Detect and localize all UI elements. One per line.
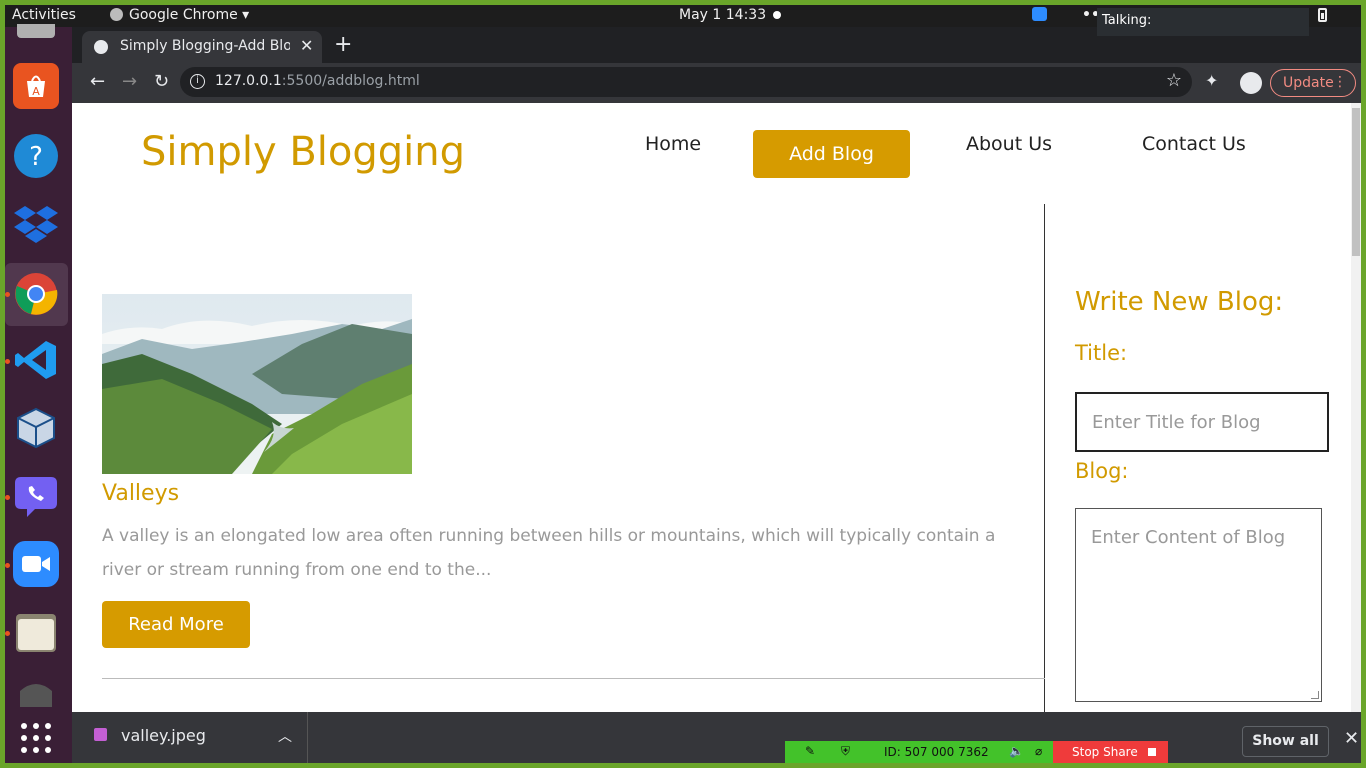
svg-text:?: ? (29, 142, 43, 172)
nav-home[interactable]: Home (645, 133, 701, 155)
read-more-button[interactable]: Read More (102, 601, 250, 648)
chrome-icon[interactable] (13, 271, 59, 317)
app-grid-icon[interactable] (13, 715, 59, 761)
recording-dot-icon (773, 11, 781, 19)
content-divider (1044, 204, 1045, 712)
pin-icon[interactable]: ✎ (805, 744, 815, 758)
desktop-screen: Activities Google Chrome ▾ May 1 14:33 •… (5, 5, 1361, 763)
dock: A ? (5, 24, 72, 763)
download-item[interactable]: valley.jpeg ︿ (72, 712, 308, 763)
software-store-icon[interactable]: A (13, 63, 59, 109)
running-indicator (5, 631, 10, 636)
blog-content-placeholder: Enter Content of Blog (1091, 527, 1286, 548)
profile-avatar-icon[interactable] (1240, 72, 1262, 94)
disk-icon[interactable] (13, 677, 59, 707)
download-filename: valley.jpeg (121, 726, 206, 745)
app-menu[interactable]: Google Chrome ▾ (110, 6, 249, 24)
new-tab-icon[interactable]: + (334, 32, 352, 57)
reload-icon[interactable]: ↻ (154, 71, 169, 92)
kebab-menu-icon[interactable]: ⋮ (1333, 74, 1347, 90)
url-host: 127.0.0.1 (215, 73, 282, 89)
running-indicator (5, 563, 10, 568)
browser-toolbar: ← → ↻ i 127.0.0.1:5500/addblog.html ☆ ✦ … (72, 63, 1361, 103)
bookmark-star-icon[interactable]: ☆ (1166, 70, 1182, 91)
stop-share-button[interactable]: Stop Share (1053, 741, 1168, 763)
stop-square-icon (1147, 748, 1156, 756)
app-menu-label: Google Chrome ▾ (129, 7, 250, 23)
meeting-id: ID: 507 000 7362 (884, 745, 989, 759)
blog-label: Blog: (1075, 459, 1129, 483)
post-excerpt: A valley is an elongated low area often … (102, 526, 996, 580)
show-all-button[interactable]: Show all (1242, 726, 1329, 757)
zoom-share-bar: ✎ ⛨ ID: 507 000 7362 🔈 ⌀ Stop Share (785, 741, 1168, 763)
nav-contact[interactable]: Contact Us (1142, 133, 1246, 155)
title-label: Title: (1075, 341, 1128, 365)
shield-icon: ⛨ (841, 744, 851, 758)
trash-peek-icon[interactable] (17, 24, 55, 38)
help-icon[interactable]: ? (13, 133, 59, 179)
chrome-small-icon (110, 8, 123, 21)
close-icon[interactable]: ✕ (1344, 728, 1359, 749)
scrollbar-thumb[interactable] (1352, 108, 1360, 256)
nav-add-blog[interactable]: Add Blog (753, 130, 910, 178)
post-title[interactable]: Valleys (102, 481, 179, 506)
info-icon[interactable]: i (190, 74, 205, 89)
mic-muted-icon[interactable]: ⌀ (1035, 744, 1042, 758)
chevron-up-icon[interactable]: ︿ (278, 726, 292, 746)
speaker-icon[interactable]: 🔈 (1009, 744, 1024, 758)
blog-content-textarea[interactable]: Enter Content of Blog (1075, 508, 1322, 702)
post-image (102, 294, 412, 474)
activities-button[interactable]: Activities (12, 6, 76, 24)
running-indicator (5, 292, 10, 297)
site-title[interactable]: Simply Blogging (141, 129, 465, 175)
blog-title-input[interactable]: Enter Title for Blog (1075, 392, 1329, 452)
tab-title: Simply Blogging-Add Blog (120, 38, 290, 54)
clock[interactable]: May 1 14:33 (679, 6, 766, 24)
nav-about[interactable]: About Us (966, 133, 1052, 155)
close-tab-icon[interactable]: ✕ (300, 36, 313, 55)
page-scrollbar[interactable] (1351, 103, 1361, 712)
chrome-window: Simply Blogging-Add Blog ✕ + ← → ↻ i 127… (72, 27, 1361, 763)
dropbox-icon[interactable] (13, 201, 59, 247)
image-file-icon (94, 728, 107, 741)
resize-grip-icon[interactable] (1311, 691, 1319, 699)
battery-icon[interactable] (1318, 8, 1327, 22)
post-divider (102, 678, 1045, 679)
talking-indicator: Talking: (1097, 8, 1309, 36)
url-path: :5500/addblog.html (281, 73, 420, 89)
tab-add-blog[interactable]: Simply Blogging-Add Blog ✕ (82, 31, 322, 63)
files-icon[interactable] (13, 609, 59, 655)
top-bar: Activities Google Chrome ▾ May 1 14:33 •… (5, 5, 1361, 36)
zoom-tray-icon[interactable] (1032, 7, 1047, 21)
stop-share-label: Stop Share (1072, 745, 1138, 759)
globe-icon (94, 40, 108, 54)
write-blog-heading: Write New Blog: (1075, 287, 1284, 317)
running-indicator (5, 359, 10, 364)
zoom-icon[interactable] (13, 541, 59, 587)
back-arrow-icon[interactable]: ← (90, 71, 105, 92)
forward-arrow-icon[interactable]: → (122, 71, 137, 92)
update-label: Update (1283, 75, 1334, 91)
vscode-icon[interactable] (13, 337, 59, 383)
virtualbox-icon[interactable] (13, 405, 59, 451)
viber-icon[interactable] (13, 473, 59, 519)
running-indicator (5, 495, 10, 500)
svg-text:A: A (32, 85, 40, 98)
address-bar[interactable]: i 127.0.0.1:5500/addblog.html ☆ (180, 67, 1192, 97)
url-text: 127.0.0.1:5500/addblog.html (215, 73, 420, 89)
update-button[interactable]: Update ⋮ (1270, 69, 1356, 97)
page-viewport: Simply Blogging Home Add Blog About Us C… (72, 103, 1361, 712)
extensions-puzzle-icon[interactable]: ✦ (1205, 71, 1218, 90)
